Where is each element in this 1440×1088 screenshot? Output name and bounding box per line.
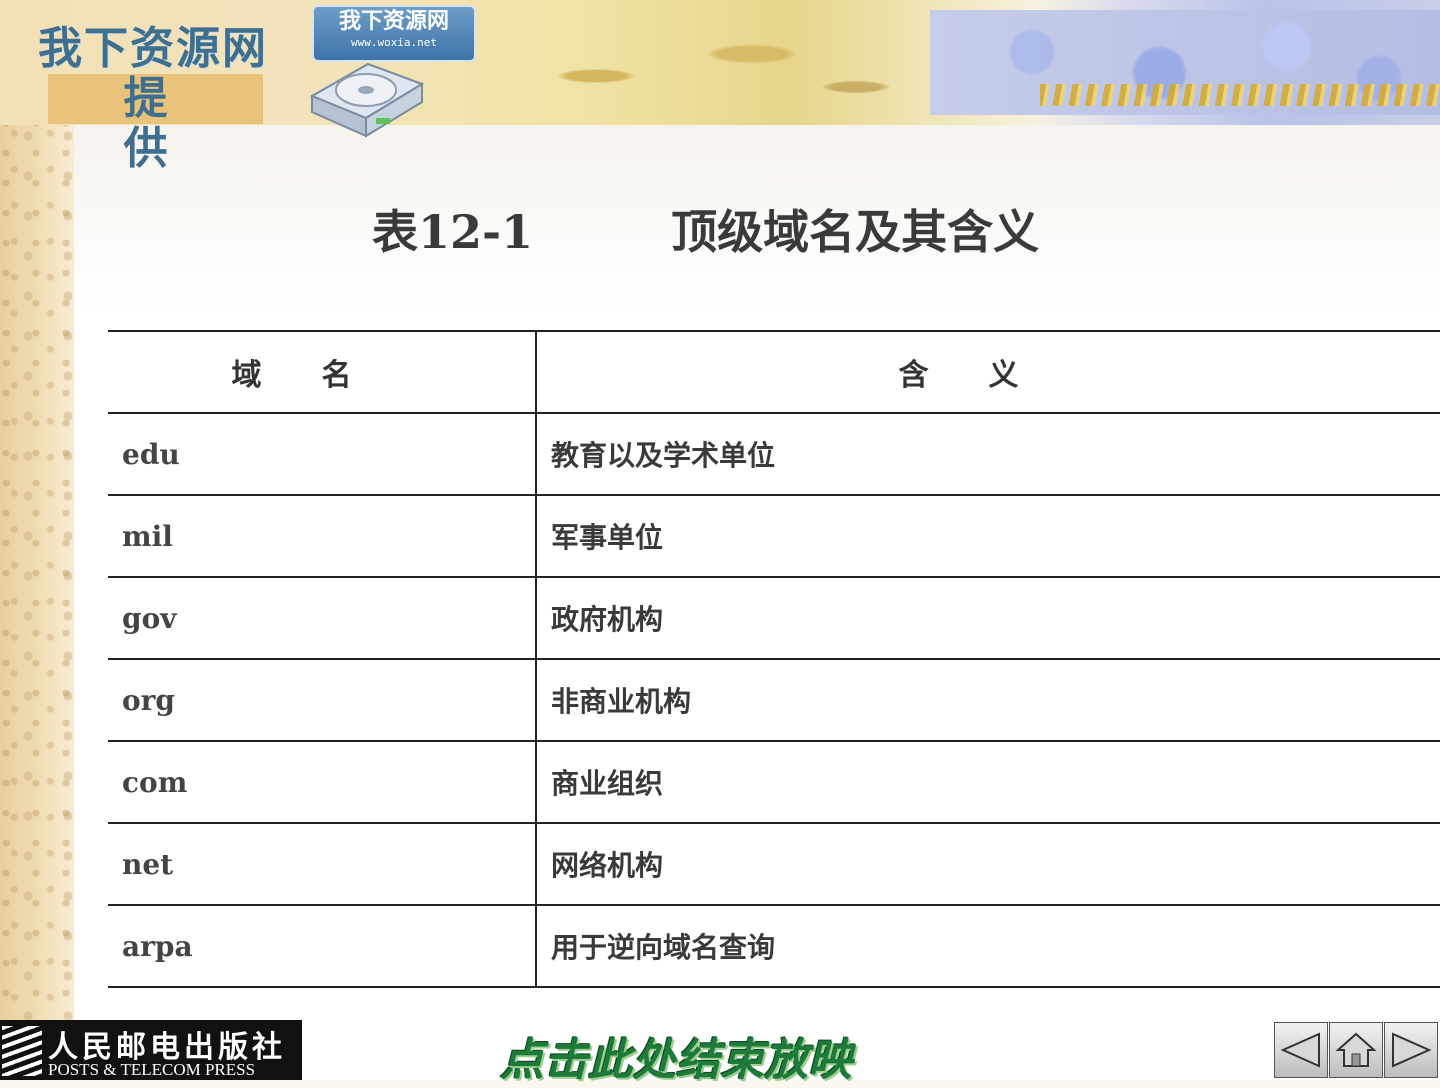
publisher-name-en: POSTS & TELECOM PRESS: [48, 1060, 256, 1079]
site-logo: 我下资源网 www.woxia.net: [312, 5, 476, 62]
meaning-cell: 商业组织: [536, 740, 1440, 823]
parchment-strip: [0, 0, 74, 1080]
domain-cell: arpa: [108, 904, 537, 988]
meaning-cell: 网络机构: [536, 822, 1440, 905]
publisher-logo: 人民邮电出版社 POSTS & TELECOM PRESS: [0, 1020, 302, 1080]
next-slide-button[interactable]: [1384, 1022, 1438, 1078]
meaning-cell: 政府机构: [536, 576, 1440, 659]
table-row: com 商业组织: [108, 740, 1440, 823]
table-row: edu 教育以及学术单位: [108, 412, 1440, 495]
table-row: gov 政府机构: [108, 576, 1440, 659]
table-row: arpa 用于逆向域名查询: [108, 904, 1440, 988]
meaning-cell: 非商业机构: [536, 658, 1440, 741]
domain-cell: edu: [108, 412, 537, 495]
end-show-button[interactable]: 点击此处结束放映: [500, 1024, 852, 1088]
table-row: mil 军事单位: [108, 494, 1440, 577]
publisher-icon: [2, 1026, 42, 1076]
leaves-decoration: [440, 10, 960, 120]
domain-cell: net: [108, 822, 537, 905]
slide-nav: [1274, 1022, 1440, 1080]
table-row: org 非商业机构: [108, 658, 1440, 741]
domain-table: 域名 含义 edu 教育以及学术单位 mil 军事单位 gov 政府机构 org…: [108, 330, 1440, 988]
home-button[interactable]: [1329, 1022, 1383, 1078]
wheat-decoration: [1040, 84, 1440, 106]
provide-label: 提 供: [48, 74, 263, 174]
domain-cell: com: [108, 740, 537, 823]
logo-url: www.woxia.net: [350, 36, 438, 49]
domain-cell: mil: [108, 494, 537, 577]
site-name: 我下资源网: [38, 23, 268, 74]
meaning-cell: 用于逆向域名查询: [536, 904, 1440, 988]
next-arrow-icon: [1392, 1032, 1432, 1068]
table-row: net 网络机构: [108, 822, 1440, 905]
table-header-row: 域名 含义: [108, 330, 1440, 413]
disk-icon: [309, 62, 425, 138]
home-icon: [1335, 1032, 1377, 1067]
prev-arrow-icon: [1280, 1032, 1320, 1068]
logo-title: 我下资源网: [338, 8, 449, 34]
table-title: 表12-1 顶级域名及其含义: [372, 205, 1040, 259]
meaning-cell: 军事单位: [536, 494, 1440, 577]
meaning-cell: 教育以及学术单位: [536, 412, 1440, 495]
prev-slide-button[interactable]: [1274, 1022, 1328, 1078]
domain-cell: org: [108, 658, 537, 741]
header-meaning: 含义: [536, 330, 1440, 413]
domain-cell: gov: [108, 576, 537, 659]
header-domain: 域名: [108, 330, 537, 413]
